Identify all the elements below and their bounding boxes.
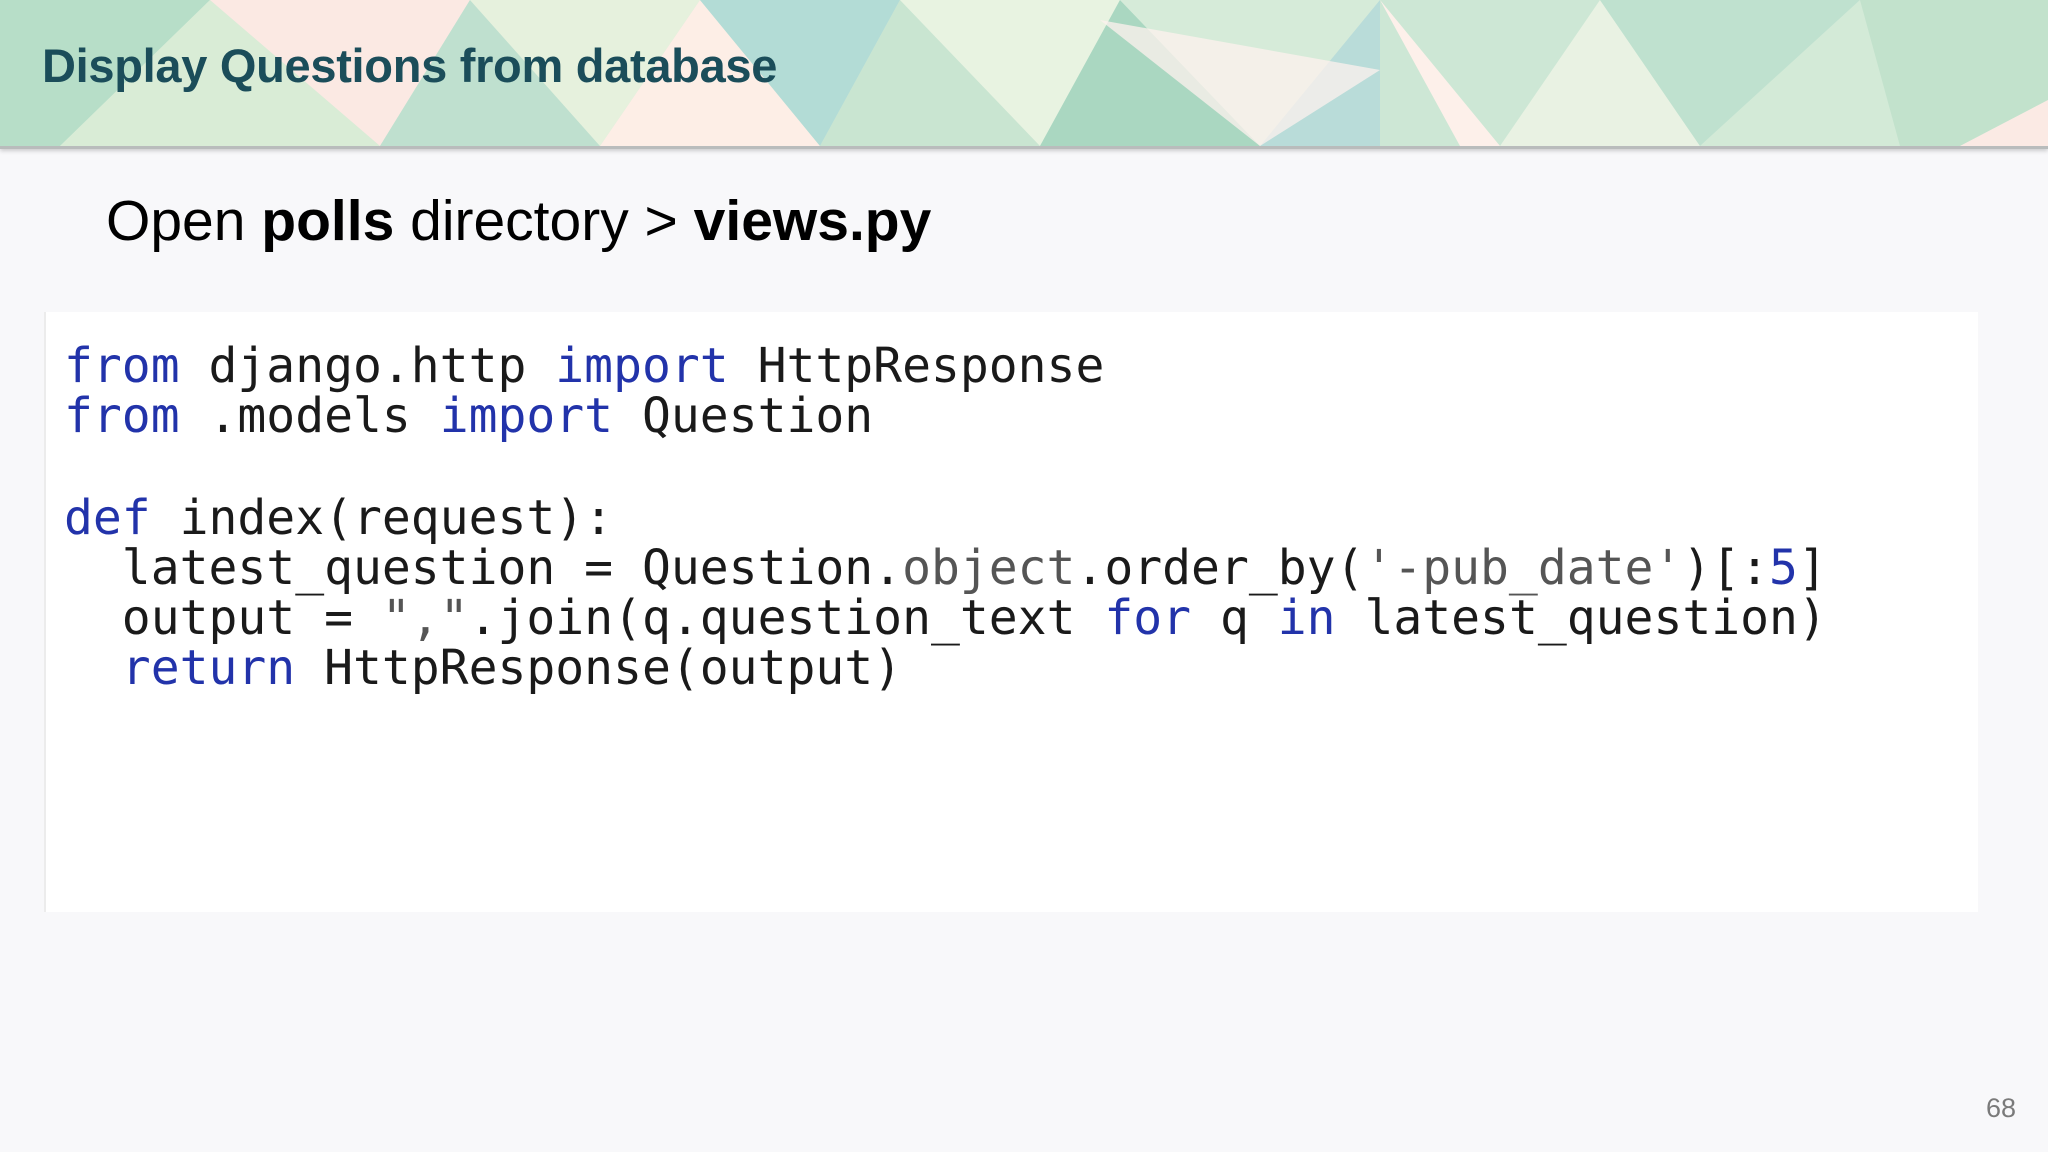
code-token: HttpResponse(output) xyxy=(295,640,903,696)
code-token: q xyxy=(1191,590,1278,646)
instruction-text: Open polls directory > views.py xyxy=(106,188,931,254)
code-token: .models xyxy=(179,388,440,444)
code-token: Question xyxy=(613,388,874,444)
code-line: return HttpResponse(output) xyxy=(64,638,902,698)
code-line: from .models import Question xyxy=(64,386,873,446)
slide-title: Display Questions from database xyxy=(42,39,778,92)
page-number: 68 xyxy=(1985,1093,2016,1123)
instruction-middle: directory > xyxy=(394,189,694,253)
code-block: from django.http import HttpResponse from… xyxy=(44,312,1978,912)
folder-name: polls xyxy=(261,189,395,253)
instruction-prefix: Open xyxy=(106,189,262,253)
code-token: for xyxy=(1104,590,1192,646)
file-name: views.py xyxy=(693,189,932,253)
code-token: in xyxy=(1277,590,1336,646)
code-token: import xyxy=(439,388,614,444)
code-token: from xyxy=(64,388,180,444)
code-token: latest_question) xyxy=(1335,590,1827,646)
slide: Display Questions from database Open pol… xyxy=(0,0,2048,1152)
header-banner: Display Questions from database xyxy=(0,0,2048,149)
code-token: return xyxy=(121,640,296,696)
